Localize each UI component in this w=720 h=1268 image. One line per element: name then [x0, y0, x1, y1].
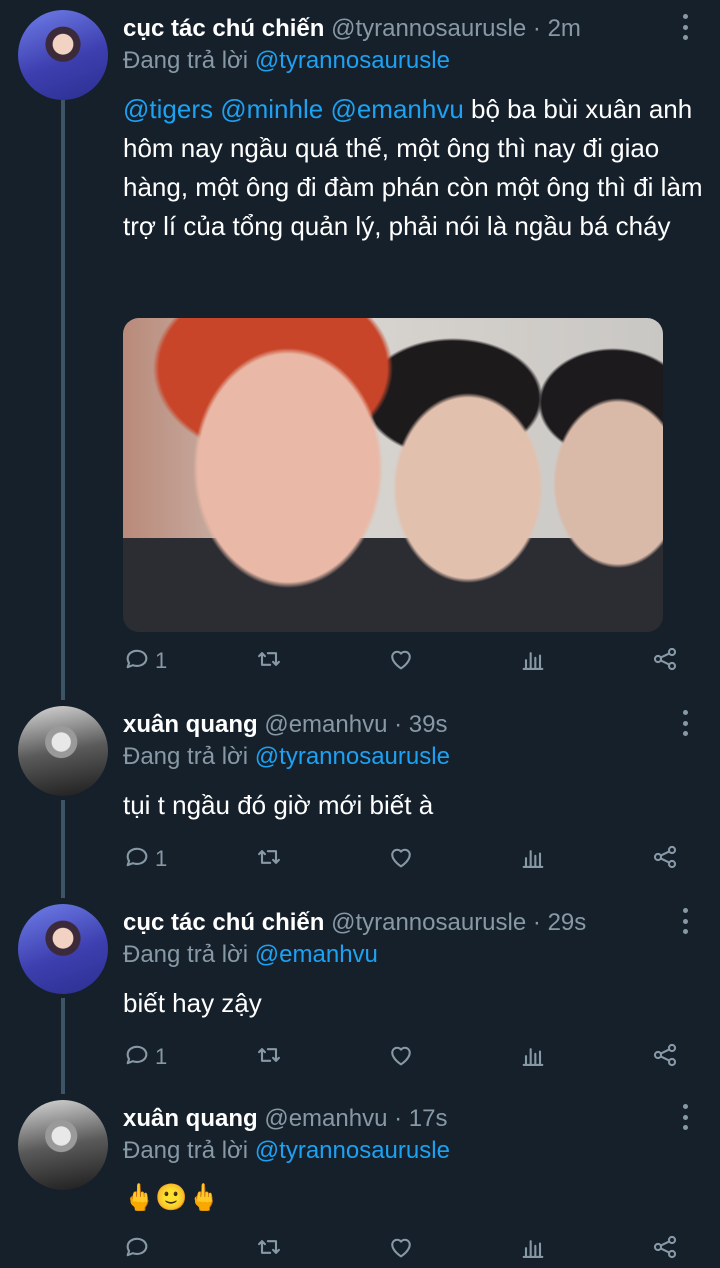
mention-link[interactable]: @tigers	[123, 94, 213, 124]
timestamp[interactable]: 17s	[409, 1105, 448, 1132]
display-name[interactable]: cục tác chú chiến	[123, 909, 324, 936]
like-button[interactable]	[387, 844, 415, 874]
display-name[interactable]: xuân quang	[123, 1105, 258, 1132]
analytics-icon	[519, 1041, 547, 1074]
separator: ·	[532, 909, 541, 936]
like-button[interactable]	[387, 1234, 415, 1264]
reply-button[interactable]: 1	[123, 646, 167, 676]
analytics-button[interactable]	[519, 1234, 547, 1264]
like-button[interactable]	[387, 1042, 415, 1072]
avatar[interactable]	[18, 10, 108, 100]
reply-count: 1	[155, 648, 168, 673]
tweet-text: biết hay zậy	[123, 988, 262, 1018]
avatar[interactable]	[18, 904, 108, 994]
analytics-icon	[519, 645, 547, 678]
handle[interactable]: @emanhvu	[264, 711, 387, 738]
timestamp[interactable]: 29s	[548, 909, 587, 936]
mention-link[interactable]: @minhle	[220, 94, 323, 124]
share-icon	[651, 843, 679, 876]
share-icon	[651, 1041, 679, 1074]
reply-icon	[123, 1041, 151, 1074]
reply-icon	[123, 1233, 151, 1266]
reply-to-mention[interactable]: @tyrannosaurusle	[255, 1137, 450, 1164]
handle[interactable]: @emanhvu	[264, 1105, 387, 1132]
more-vertical-icon[interactable]	[680, 710, 690, 736]
display-name[interactable]: xuân quang	[123, 711, 258, 738]
reply-prefix: Đang trả lời	[123, 941, 249, 968]
share-button[interactable]	[651, 1042, 679, 1072]
like-icon	[387, 1041, 415, 1074]
retweet-button[interactable]	[255, 1234, 283, 1264]
analytics-icon	[519, 843, 547, 876]
tweet[interactable]: cục tác chú chiến @tyrannosaurusle · 2m …	[0, 10, 720, 690]
reply-prefix: Đang trả lời	[123, 47, 249, 74]
analytics-button[interactable]	[519, 844, 547, 874]
share-button[interactable]	[651, 844, 679, 874]
display-name[interactable]: cục tác chú chiến	[123, 15, 324, 42]
like-button[interactable]	[387, 646, 415, 676]
reply-button[interactable]: 1	[123, 844, 167, 874]
reply-prefix: Đang trả lời	[123, 743, 249, 770]
handle[interactable]: @tyrannosaurusle	[331, 909, 526, 936]
tweet-text: tụi t ngầu đó giờ mới biết à	[123, 790, 434, 820]
reply-to-mention[interactable]: @tyrannosaurusle	[255, 743, 450, 770]
tweet[interactable]: xuân quang @emanhvu · 17s Đang trả lời @…	[0, 1100, 720, 1268]
reply-button[interactable]	[123, 1234, 155, 1264]
reply-icon	[123, 645, 151, 678]
reply-count: 1	[155, 1044, 168, 1069]
tweet[interactable]: xuân quang @emanhvu · 39s Đang trả lời @…	[0, 706, 720, 886]
tweet-photo[interactable]	[123, 318, 663, 632]
share-icon	[651, 1233, 679, 1266]
more-vertical-icon[interactable]	[680, 1104, 690, 1130]
analytics-button[interactable]	[519, 646, 547, 676]
separator: ·	[394, 711, 403, 738]
retweet-icon	[255, 1233, 283, 1266]
timestamp[interactable]: 39s	[409, 711, 448, 738]
share-button[interactable]	[651, 646, 679, 676]
like-icon	[387, 843, 415, 876]
reply-count: 1	[155, 846, 168, 871]
reply-prefix: Đang trả lời	[123, 1137, 249, 1164]
retweet-icon	[255, 645, 283, 678]
more-vertical-icon[interactable]	[680, 908, 690, 934]
tweet-text: @tigers @minhle @emanhvu bộ ba bùi xuân …	[123, 90, 703, 246]
retweet-icon	[255, 1041, 283, 1074]
tweet[interactable]: cục tác chú chiến @tyrannosaurusle · 29s…	[0, 904, 720, 1084]
separator: ·	[394, 1105, 403, 1132]
retweet-button[interactable]	[255, 646, 283, 676]
more-vertical-icon[interactable]	[680, 14, 690, 40]
retweet-button[interactable]	[255, 844, 283, 874]
reply-icon	[123, 843, 151, 876]
retweet-button[interactable]	[255, 1042, 283, 1072]
retweet-icon	[255, 843, 283, 876]
mention-link[interactable]: @emanhvu	[330, 94, 463, 124]
tweet-text: 🖕🙂🖕	[123, 1182, 221, 1212]
analytics-icon	[519, 1233, 547, 1266]
share-button[interactable]	[651, 1234, 679, 1264]
reply-to-mention[interactable]: @tyrannosaurusle	[255, 47, 450, 74]
timestamp[interactable]: 2m	[548, 15, 581, 42]
share-icon	[651, 645, 679, 678]
like-icon	[387, 1233, 415, 1266]
reply-to-mention[interactable]: @emanhvu	[255, 941, 378, 968]
separator: ·	[532, 15, 541, 42]
avatar[interactable]	[18, 1100, 108, 1190]
reply-button[interactable]: 1	[123, 1042, 167, 1072]
like-icon	[387, 645, 415, 678]
avatar[interactable]	[18, 706, 108, 796]
handle[interactable]: @tyrannosaurusle	[331, 15, 526, 42]
analytics-button[interactable]	[519, 1042, 547, 1072]
